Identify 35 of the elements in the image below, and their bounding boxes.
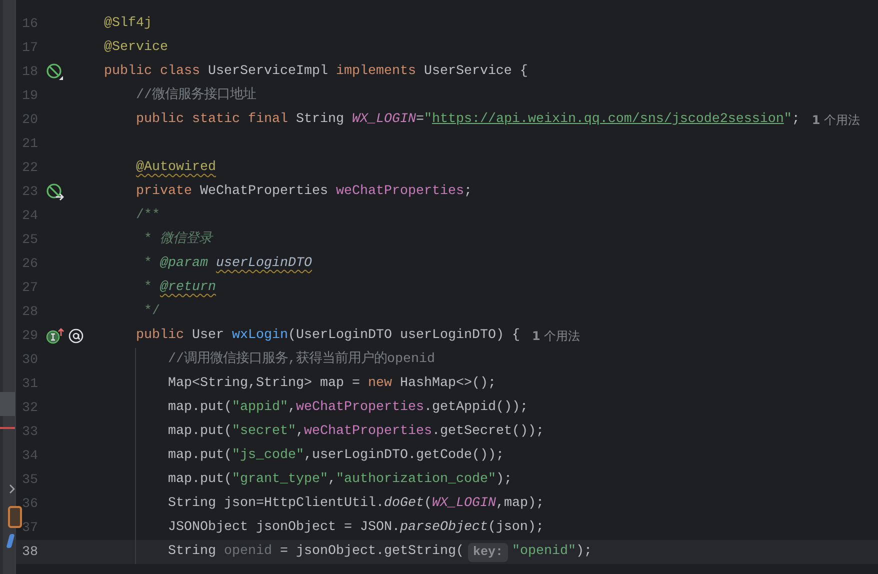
code-text: public User wxLogin(UserLoginDTO userLoginDTO) { xyxy=(136,327,520,345)
code-text: /** xyxy=(136,207,160,225)
line-number: 38 xyxy=(21,544,38,560)
code-text: @Service xyxy=(104,39,168,57)
code-text: */ xyxy=(142,303,160,321)
code-text: * @return xyxy=(142,279,216,297)
code-text: @Autowired xyxy=(136,159,216,177)
code-text: map.put("grant_type","authorization_code"); xyxy=(168,471,512,489)
bean-arrow-icon[interactable] xyxy=(46,183,65,201)
code-text: map.put("appid",weChatProperties.getAppid()); xyxy=(168,399,528,417)
usage-hint[interactable]: 1 个用法 xyxy=(812,112,860,128)
code-text: JSONObject jsonObject = JSON.parseObject(json); xyxy=(168,519,544,537)
code-text: //微信服务接口地址 xyxy=(136,86,256,105)
selected-row xyxy=(0,392,15,416)
chevron-icon[interactable] xyxy=(9,484,15,494)
file-icon xyxy=(8,506,22,528)
bean-icon[interactable] xyxy=(46,63,64,81)
usage-hint[interactable]: 1 个用法 xyxy=(532,328,580,344)
code-text: map.put("secret",weChatProperties.getSecret()); xyxy=(168,423,544,441)
code-text: //调用微信接口服务,获得当前用户的openid xyxy=(168,350,435,369)
code-text: * 微信登录 xyxy=(142,230,212,249)
code-text: map.put("js_code",userLoginDTO.getCode()); xyxy=(168,447,504,465)
code-text: public class UserServiceImpl implements UserService { xyxy=(104,63,528,81)
code-text: String json=HttpClientUtil.doGet(WX_LOGIN,map); xyxy=(168,495,544,513)
implements-icon[interactable] xyxy=(46,327,64,345)
code-text: * @param userLoginDTO xyxy=(142,255,312,273)
code-text: Map<String,String> map = new HashMap<>(); xyxy=(168,375,496,393)
code-text: public static final String WX_LOGIN="https://api.weixin.qq.com/sns/jscode2session"; xyxy=(136,111,800,129)
code-text: "openid"); xyxy=(512,543,592,561)
code-text: private WeChatProperties weChatProperties; xyxy=(136,183,472,201)
error-stripe xyxy=(0,427,15,429)
code-text: String openid = jsonObject.getString( xyxy=(168,543,464,561)
parameter-hint: key: xyxy=(468,542,508,562)
code-text: @Slf4j xyxy=(104,15,152,33)
at-sign-icon[interactable] xyxy=(68,328,84,344)
